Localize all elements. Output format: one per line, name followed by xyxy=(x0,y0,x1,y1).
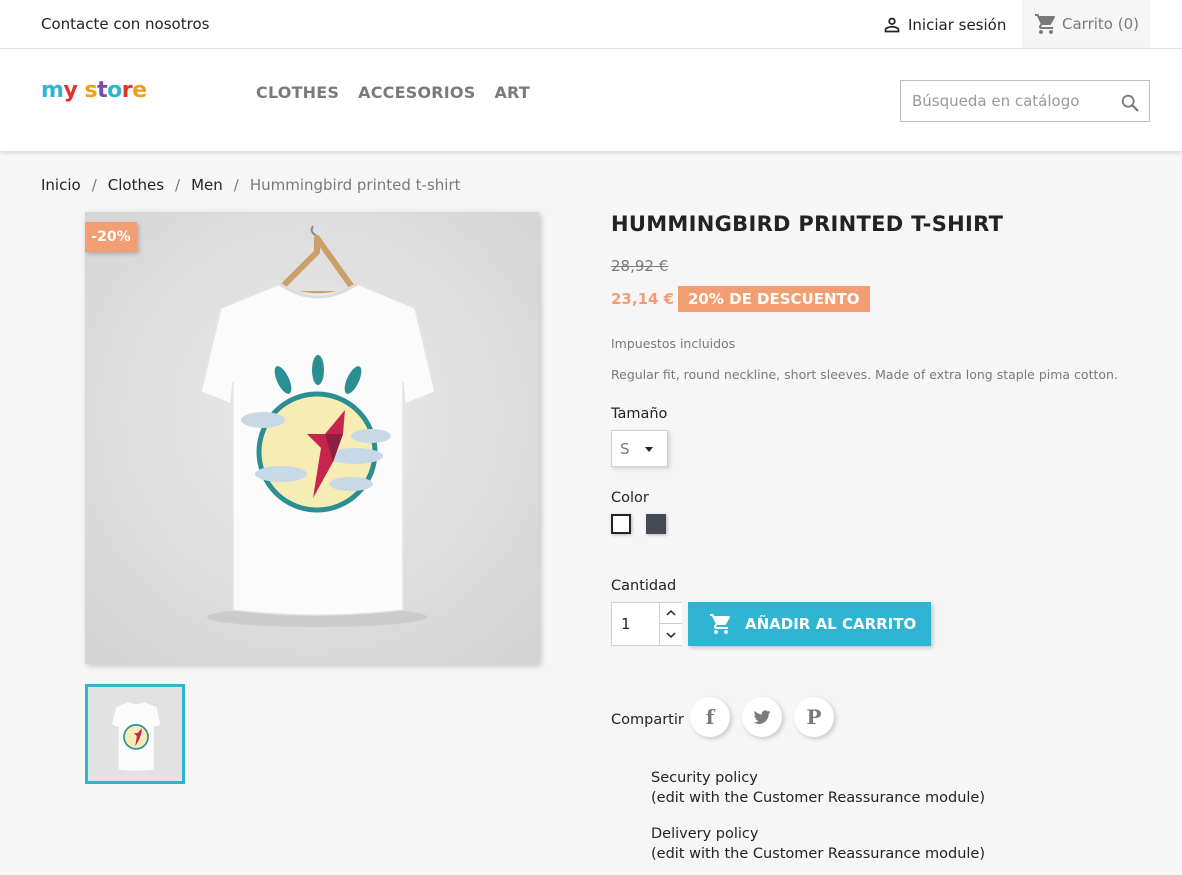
quantity-stepper xyxy=(611,602,682,646)
color-swatch-gray[interactable] xyxy=(646,514,666,534)
add-to-cart-button[interactable]: AÑADIR AL CARRITO xyxy=(688,602,931,646)
reassurance-title: Delivery policy xyxy=(651,826,759,842)
cart-button[interactable]: Carrito (0) xyxy=(1022,0,1150,48)
menu-item-accesorios[interactable]: ACCESORIOS xyxy=(358,83,475,102)
reassurance-title: Security policy xyxy=(651,770,758,786)
reassurance-security: Security policy (edit with the Customer … xyxy=(651,768,985,808)
share-label: Compartir xyxy=(611,712,684,728)
twitter-icon xyxy=(753,710,771,724)
product-title: HUMMINGBIRD PRINTED T-SHIRT xyxy=(611,212,1004,236)
quantity-increase-button[interactable] xyxy=(659,603,682,624)
pinterest-share-button[interactable]: P xyxy=(794,697,834,737)
menu-item-clothes[interactable]: CLOTHES xyxy=(256,83,339,102)
pinterest-icon: P xyxy=(806,705,822,729)
top-nav: Contacte con nosotros Iniciar sesión Car… xyxy=(0,0,1182,49)
breadcrumb-separator: / xyxy=(233,176,239,194)
user-icon xyxy=(884,17,900,33)
search-box xyxy=(900,80,1150,122)
color-label: Color xyxy=(611,490,649,506)
old-price: 28,92 € xyxy=(611,257,669,275)
cart-label: Carrito (0) xyxy=(1062,15,1139,33)
caret-down-icon xyxy=(645,447,653,452)
add-to-cart-label: AÑADIR AL CARRITO xyxy=(745,615,917,633)
current-price: 23,14 € xyxy=(611,290,675,308)
size-label: Tamaño xyxy=(611,406,668,422)
breadcrumb: Inicio / Clothes / Men / Hummingbird pri… xyxy=(41,176,461,194)
reassurance-delivery: Delivery policy (edit with the Customer … xyxy=(651,824,985,864)
facebook-share-button[interactable]: f xyxy=(690,697,730,737)
main-menu: CLOTHES ACCESORIOS ART xyxy=(256,83,549,102)
product-description: Regular fit, round neckline, short sleev… xyxy=(611,367,1118,382)
breadcrumb-clothes[interactable]: Clothes xyxy=(108,176,164,194)
twitter-share-button[interactable] xyxy=(742,697,782,737)
tshirt-thumbnail-image xyxy=(88,687,182,781)
size-select[interactable]: S xyxy=(611,430,668,467)
header: my store CLOTHES ACCESORIOS ART xyxy=(0,49,1182,151)
quantity-input[interactable] xyxy=(612,603,659,645)
breadcrumb-separator: / xyxy=(91,176,97,194)
size-value: S xyxy=(620,439,630,458)
quantity-decrease-button[interactable] xyxy=(659,624,682,645)
breadcrumb-separator: / xyxy=(175,176,181,194)
menu-item-art[interactable]: ART xyxy=(494,83,530,102)
breadcrumb-home[interactable]: Inicio xyxy=(41,176,81,194)
product-cover-image[interactable] xyxy=(85,212,539,664)
quantity-label: Cantidad xyxy=(611,578,677,594)
signin-label: Iniciar sesión xyxy=(908,16,1007,34)
discount-badge: 20% DE DESCUENTO xyxy=(678,286,870,312)
tax-label: Impuestos incluidos xyxy=(611,336,736,351)
product-thumbnail[interactable] xyxy=(85,684,185,784)
tshirt-image xyxy=(85,212,539,664)
chevron-down-icon xyxy=(666,631,676,638)
reassurance-note: (edit with the Customer Reassurance modu… xyxy=(651,846,985,862)
facebook-icon: f xyxy=(705,705,715,729)
store-logo[interactable]: my store xyxy=(41,78,147,103)
search-icon[interactable] xyxy=(1119,92,1141,114)
reassurance-note: (edit with the Customer Reassurance modu… xyxy=(651,790,985,806)
signin-link[interactable]: Iniciar sesión xyxy=(881,13,1006,37)
search-input[interactable] xyxy=(901,81,1101,121)
cart-icon xyxy=(710,614,730,634)
color-swatch-white[interactable] xyxy=(611,514,631,534)
cart-icon xyxy=(1035,14,1055,34)
contact-link[interactable]: Contacte con nosotros xyxy=(41,15,209,33)
breadcrumb-men[interactable]: Men xyxy=(191,176,223,194)
breadcrumb-current: Hummingbird printed t-shirt xyxy=(249,176,461,194)
chevron-up-icon xyxy=(666,609,676,616)
discount-flag: -20% xyxy=(85,222,137,252)
